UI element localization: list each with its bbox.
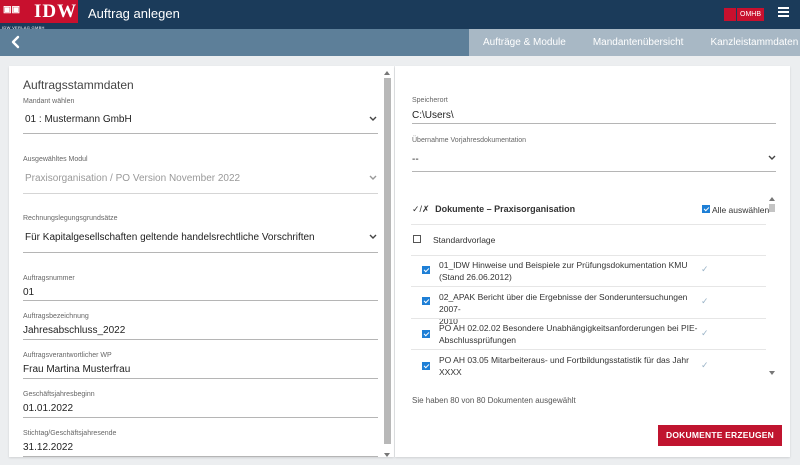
standard-checkbox[interactable]: [413, 235, 421, 243]
auftragsnummer-label: Auftragsnummer: [23, 275, 75, 282]
checkmark-icon: ✓: [701, 264, 709, 274]
beginn-label: Geschäftsjahresbeginn: [23, 391, 95, 398]
document-title: 01_IDW Hinweise und Beispiele zur Prüfun…: [439, 260, 688, 282]
document-checkbox[interactable]: [422, 266, 430, 274]
rechnungslegung-label: Rechnungslegungsgrundsätze: [23, 215, 118, 222]
auftragsnummer-underline: [23, 300, 378, 301]
rechnungslegung-underline: [23, 252, 378, 253]
logo-mark: ▣▣: [3, 4, 21, 14]
modul-select[interactable]: Praxisorganisation / PO Version November…: [25, 173, 240, 184]
logo-text: IDW: [34, 1, 78, 22]
select-all-checkbox[interactable]: [702, 205, 710, 213]
idw-logo[interactable]: ▣▣ IDW IDW VERLAG GMBH: [0, 0, 78, 30]
vorjahr-select[interactable]: --: [412, 154, 419, 165]
auftragsnummer-input[interactable]: 01: [23, 287, 34, 298]
auftragsbezeichnung-label: Auftragsbezeichnung: [23, 313, 89, 320]
left-scrollbar[interactable]: [383, 70, 392, 458]
back-chevron-icon[interactable]: [8, 34, 24, 50]
chevron-down-icon[interactable]: [767, 154, 777, 162]
brand-badge: OMHB: [724, 8, 764, 21]
document-checkbox[interactable]: [422, 362, 430, 370]
tab-auftraege-module[interactable]: Aufträge & Module: [469, 29, 579, 56]
create-documents-button[interactable]: DOKUMENTE ERZEUGEN: [658, 425, 782, 446]
table-divider: [411, 349, 766, 350]
document-checkbox[interactable]: [422, 330, 430, 338]
speicherort-input[interactable]: C:\Users\: [412, 110, 454, 121]
vorjahr-label: Übernahme Vorjahresdokumentation: [412, 137, 527, 144]
standard-label: Standardvorlage: [433, 235, 496, 245]
mandant-label: Mandant wählen: [23, 98, 75, 105]
checkmark-icon: ✓: [701, 328, 709, 338]
documents-scrollbar[interactable]: [768, 196, 776, 376]
stichtag-underline: [23, 456, 378, 457]
stichtag-input[interactable]: 31.12.2022: [23, 442, 73, 453]
table-divider: [411, 286, 766, 287]
scroll-down-icon[interactable]: [769, 371, 775, 375]
chevron-down-icon[interactable]: [368, 233, 378, 241]
brand-badge-label: OMHB: [737, 8, 764, 21]
beginn-underline: [23, 417, 378, 418]
checkmark-icon: ✓: [701, 296, 709, 306]
chevron-down-icon[interactable]: [368, 115, 378, 123]
mandant-select[interactable]: 01 : Mustermann GmbH: [25, 114, 132, 125]
auftragsbezeichnung-input[interactable]: Jahresabschluss_2022: [23, 325, 125, 336]
mandant-underline: [23, 133, 378, 134]
scroll-up-icon[interactable]: [384, 71, 390, 75]
checkmark-icon: ✓: [701, 360, 709, 370]
section-title: Auftragsstammdaten: [23, 78, 134, 92]
stichtag-label: Stichtag/Geschäftsjahresende: [23, 430, 117, 437]
modul-label: Ausgewähltes Modul: [23, 156, 88, 163]
nav-tabs: Aufträge & Module Mandantenübersicht Kan…: [469, 29, 800, 56]
app-header: ▣▣ IDW IDW VERLAG GMBH Auftrag anlegen O…: [0, 0, 800, 30]
auftragsbezeichnung-underline: [23, 339, 378, 340]
document-title: PO AH 03.05 Mitarbeiteraus- und Fortbild…: [439, 355, 689, 377]
scrollbar-thumb[interactable]: [769, 204, 775, 212]
brand-square: [724, 8, 736, 21]
modul-underline: [23, 193, 378, 194]
table-divider: [411, 255, 766, 256]
documents-table-header: ✓/✗ Dokumente – Praxisorganisation: [412, 204, 575, 215]
beginn-input[interactable]: 01.01.2022: [23, 403, 73, 414]
page-title: Auftrag anlegen: [88, 6, 180, 21]
speicherort-label: Speicherort: [412, 97, 448, 104]
table-divider: [411, 224, 766, 225]
speicherort-underline: [412, 123, 776, 124]
scroll-up-icon[interactable]: [769, 197, 775, 201]
table-divider: [411, 318, 766, 319]
wp-input[interactable]: Frau Martina Musterfrau: [23, 364, 130, 375]
nav-bar: Aufträge & Module Mandantenübersicht Kan…: [0, 29, 800, 56]
check-column-header: ✓/✗: [412, 204, 430, 214]
menu-icon[interactable]: [778, 7, 789, 17]
rechnungslegung-select[interactable]: Für Kapitalgesellschaften geltende hande…: [25, 232, 315, 243]
vorjahr-underline: [412, 171, 776, 172]
scrollbar-thumb[interactable]: [384, 78, 391, 444]
wp-underline: [23, 378, 378, 379]
select-all-label[interactable]: Alle auswählen: [712, 205, 769, 215]
documents-header-title: Dokumente – Praxisorganisation: [435, 204, 576, 214]
tab-mandantenuebersicht[interactable]: Mandantenübersicht: [579, 29, 697, 56]
wp-label: Auftragsverantwortlicher WP: [23, 352, 112, 359]
chevron-down-icon[interactable]: [368, 174, 378, 182]
document-checkbox[interactable]: [422, 297, 430, 305]
selection-status: Sie haben 80 von 80 Dokumenten ausgewähl…: [412, 396, 576, 405]
scroll-down-icon[interactable]: [384, 453, 390, 457]
tab-kanzleistammdaten[interactable]: Kanzleistammdaten: [696, 29, 800, 56]
document-title: PO AH 02.02.02 Besondere Unabhängigkeits…: [439, 323, 698, 345]
